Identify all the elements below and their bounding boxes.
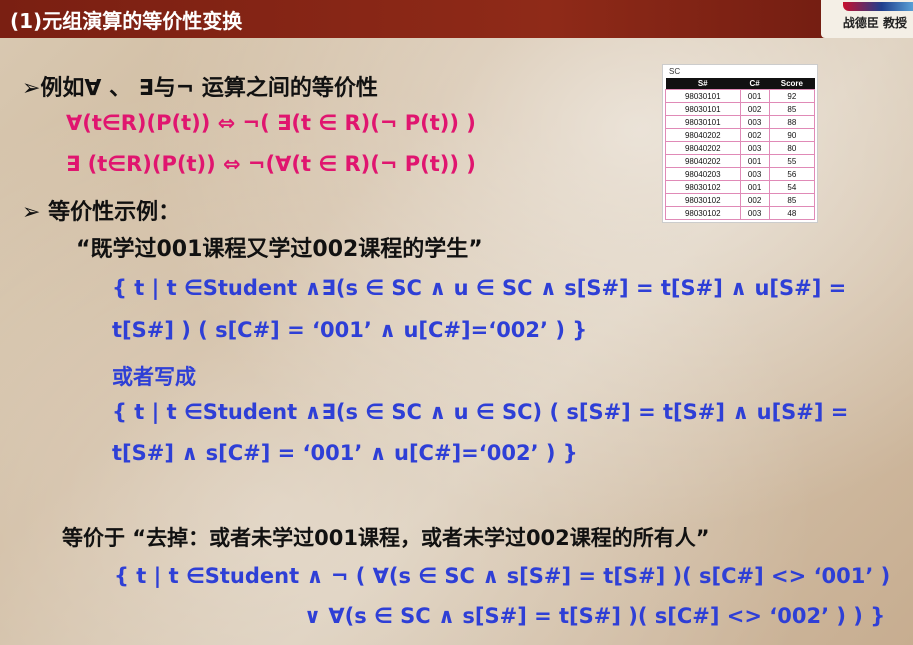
formula-1-line-1: { t | t ∈Student ∧∃(s ∈ SC ∧ u ∈ SC ∧ s[… [112,276,847,300]
table-cell: 001 [739,89,770,103]
sc-table-header-row: S# C# Score [665,78,815,90]
table-cell: 002 [739,102,770,116]
table-cell: 98030101 [665,102,741,116]
sc-table-card: SC S# C# Score 98030101 001 92 98030101 002 8… [662,64,818,223]
table-cell: 98030102 [665,206,741,220]
table-cell: 003 [739,141,770,155]
table-row: 98030101 002 85 [665,102,816,116]
table-cell: 98040202 [665,154,741,168]
formula-2-line-1: { t | t ∈Student ∧∃(s ∈ SC ∧ u ∈ SC) ( s… [112,400,849,424]
table-row: 98040202 001 55 [665,154,816,168]
sc-col-header: C# [740,78,770,90]
equivalence-forall: ∀(t∈R)(P(t)) ⇔ ¬( ∃(t ∈ R)(¬ P(t)) ) [66,111,476,135]
table-cell: 003 [739,115,770,129]
logo: 战德臣 教授 [821,0,913,38]
table-cell: 85 [768,193,816,207]
table-row: 98040203 003 56 [665,167,816,181]
table-cell: 003 [739,167,770,181]
table-cell: 98040203 [665,167,741,181]
table-row: 98030102 003 48 [665,206,816,220]
table-row: 98040202 002 90 [665,128,816,142]
table-cell: 55 [768,154,816,168]
table-cell: 85 [768,102,816,116]
slide-title: (1)元组演算的等价性变换 [10,9,243,33]
table-row: 98030102 001 54 [665,180,816,194]
equivalence-example-heading: ➢ 等价性示例： [22,200,181,225]
table-cell: 98040202 [665,141,741,155]
table-row: 98030102 002 85 [665,193,816,207]
table-cell: 90 [768,128,816,142]
table-cell: 48 [768,206,816,220]
sc-col-header: Score [769,78,815,90]
sc-table: S# C# Score 98030101 001 92 98030101 002 85 98… [665,78,816,220]
formula-1-line-2: t[S#] ) ( s[C#] = ‘001’ ∧ u[C#]=‘002’ ) … [112,318,588,342]
table-cell: 92 [768,89,816,103]
table-cell: 56 [768,167,816,181]
equivalent-to-heading: 等价于 “去掉：或者未学过001课程，或者未学过002课程的所有人” [62,526,710,550]
table-cell: 98030101 [665,115,741,129]
formula-3-line-1: { t | t ∈Student ∧ ¬ ( ∀(s ∈ SC ∧ s[S#] … [114,564,891,588]
equivalence-exists: ∃ (t∈R)(P(t)) ⇔ ¬(∀(t ∈ R)(¬ P(t)) ) [66,152,476,176]
sc-table-body: 98030101 001 92 98030101 002 85 98030101 003 88 9… [665,89,816,220]
sc-col-header: S# [665,78,740,90]
table-row: 98030101 003 88 [665,115,816,129]
table-cell: 001 [739,154,770,168]
logo-band [843,2,913,11]
table-cell: 003 [739,206,770,220]
title-bar: (1)元组演算的等价性变换 战德臣 教授 [0,0,913,38]
or-written-as: 或者写成 [112,365,196,389]
table-cell: 98040202 [665,128,741,142]
table-cell: 98030102 [665,180,741,194]
table-cell: 80 [768,141,816,155]
table-cell: 98030102 [665,193,741,207]
table-cell: 54 [768,180,816,194]
table-cell: 002 [739,128,770,142]
formula-3-line-2: ∨ ∀(s ∈ SC ∧ s[S#] = t[S#] )( s[C#] <> ‘… [304,604,886,628]
table-cell: 002 [739,193,770,207]
table-row: 98040202 003 80 [665,141,816,155]
table-cell: 88 [768,115,816,129]
example-heading: ➢例如∀ 、 ∃与¬ 运算之间的等价性 [22,76,378,101]
table-cell: 98030101 [665,89,741,103]
table-row: 98030101 001 92 [665,89,816,103]
sc-table-name: SC [669,67,681,76]
example-query-quote: “既学过001课程又学过002课程的学生” [76,237,483,262]
logo-text: 战德臣 教授 [842,16,907,30]
formula-2-line-2: t[S#] ∧ s[C#] = ‘001’ ∧ u[C#]=‘002’ ) } [112,441,578,465]
table-cell: 001 [739,180,770,194]
